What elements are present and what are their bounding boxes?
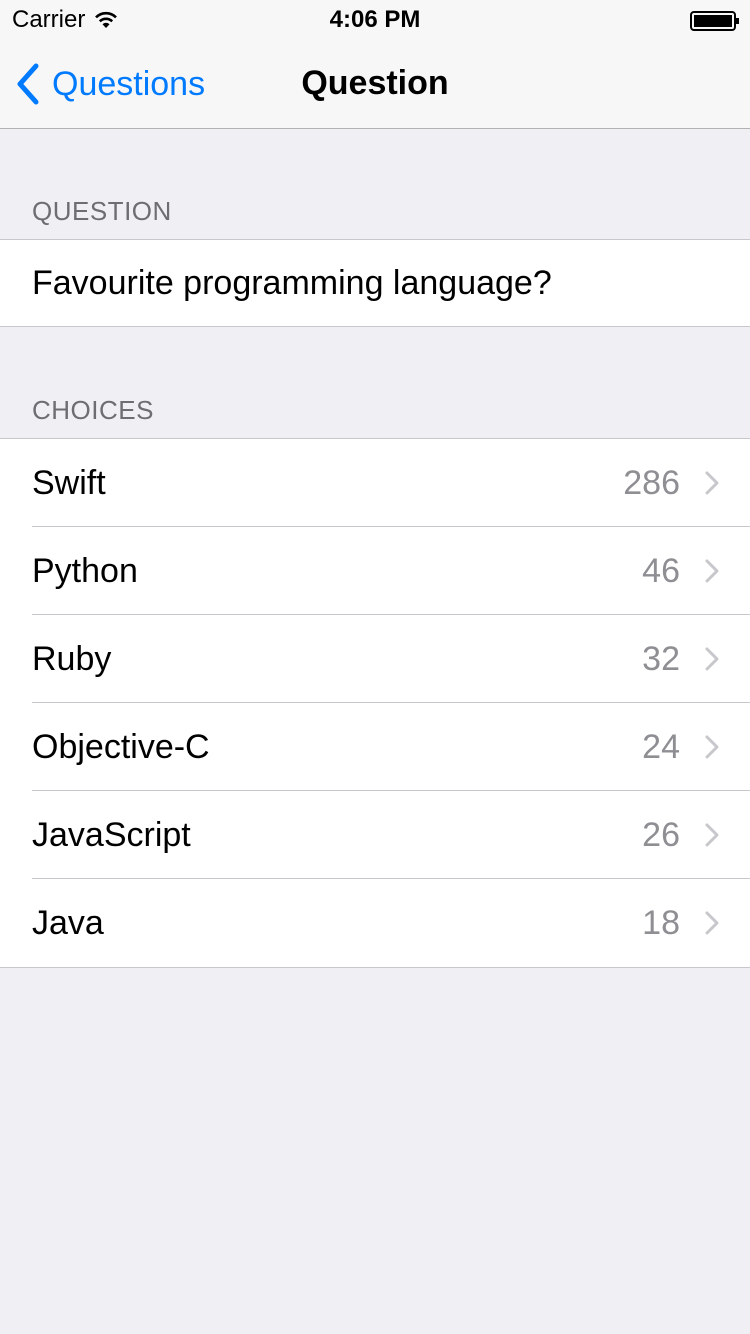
question-text: Favourite programming language? [32,263,552,302]
nav-title: Question [301,64,449,102]
chevron-right-icon [705,471,719,495]
choice-row[interactable]: Python 46 [0,527,750,615]
status-bar: Carrier 4:06 PM [0,0,750,40]
choice-row[interactable]: Ruby 32 [0,615,750,703]
choice-row[interactable]: Objective-C 24 [0,703,750,791]
top-bar: Carrier 4:06 PM Questions Question [0,0,750,129]
choice-votes: 18 [642,903,680,942]
choices-group: Swift 286 Python 46 Ruby 32 Objective-C … [0,438,750,968]
chevron-right-icon [705,911,719,935]
chevron-right-icon [705,735,719,759]
choice-label: Ruby [32,639,112,678]
choice-label: Swift [32,463,106,502]
choice-row[interactable]: Java 18 [0,879,750,967]
chevron-right-icon [705,647,719,671]
status-time: 4:06 PM [329,6,421,33]
battery-icon [690,11,739,31]
choice-votes: 286 [623,463,680,502]
chevron-right-icon [705,823,719,847]
section-header-choices: CHOICES [32,395,154,425]
choice-label: Objective-C [32,727,210,766]
choice-label: Python [32,551,138,590]
choice-votes: 46 [642,551,680,590]
choice-votes: 32 [642,639,680,678]
choice-label: JavaScript [32,815,191,854]
navigation-bar: Questions Question [0,40,750,128]
choice-row[interactable]: Swift 286 [0,439,750,527]
screen: Carrier 4:06 PM Questions Question QUEST… [0,0,750,1334]
question-cell: Favourite programming language? [0,240,750,326]
choice-votes: 26 [642,815,680,854]
choice-label: Java [32,903,104,942]
section-header-question: QUESTION [32,196,172,226]
chevron-right-icon [705,559,719,583]
choice-votes: 24 [642,727,680,766]
question-group: Favourite programming language? [0,239,750,327]
choice-row[interactable]: JavaScript 26 [0,791,750,879]
